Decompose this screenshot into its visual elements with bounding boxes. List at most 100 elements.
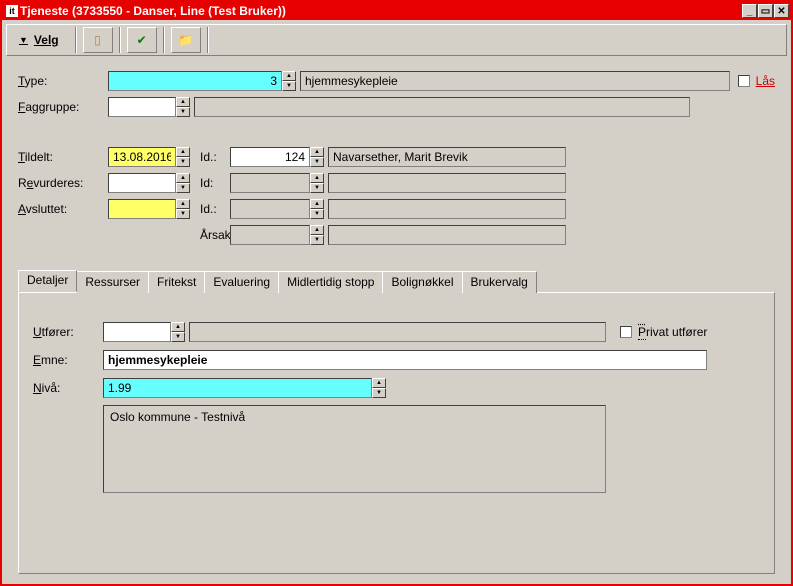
revurderes-date-input[interactable] xyxy=(108,173,176,193)
spin-down-icon[interactable]: ▼ xyxy=(176,107,190,117)
titlebar: it Tjeneste (3733550 - Danser, Line (Tes… xyxy=(2,2,791,20)
spin-down-icon[interactable]: ▼ xyxy=(176,209,190,219)
tab-ressurser[interactable]: Ressurser xyxy=(76,271,149,293)
tildelt-date-spin[interactable]: ▲▼ xyxy=(108,147,190,167)
niva-spin[interactable]: ▲▼ xyxy=(103,378,386,398)
close-button[interactable]: ✕ xyxy=(774,4,789,18)
tildelt-label: Tildelt: xyxy=(18,150,108,164)
spin-down-icon[interactable]: ▼ xyxy=(282,81,296,91)
arsak-label: Årsak xyxy=(190,228,230,242)
avsluttet-label: Avsluttet: xyxy=(18,202,108,216)
id2-input[interactable] xyxy=(230,173,310,193)
avsluttet-date-input[interactable] xyxy=(108,199,176,219)
spin-down-icon[interactable]: ▼ xyxy=(310,183,324,193)
spin-down-icon[interactable]: ▼ xyxy=(176,157,190,167)
utforer-label: Utfører: xyxy=(33,325,103,339)
document-icon: ▯ xyxy=(94,33,101,47)
tildelt-row: Tildelt: ▲▼ Id.: ▲▼ Navarsether, Marit B… xyxy=(18,146,775,168)
tab-detaljer[interactable]: Detaljer xyxy=(18,270,77,292)
revurderes-row: Revurderes: ▲▼ Id: ▲▼ xyxy=(18,172,775,194)
revurderes-label: Revurderes: xyxy=(18,176,108,190)
lock-checkbox[interactable] xyxy=(738,75,750,87)
arsak-input[interactable] xyxy=(230,225,310,245)
avsluttet-row: Avsluttet: ▲▼ Id.: ▲▼ xyxy=(18,198,775,220)
separator xyxy=(119,27,121,53)
spin-up-icon[interactable]: ▲ xyxy=(310,147,324,157)
spin-up-icon[interactable]: ▲ xyxy=(176,173,190,183)
id2-label: Id: xyxy=(190,176,230,190)
tab-brukervalg[interactable]: Brukervalg xyxy=(462,271,537,293)
spin-up-icon[interactable]: ▲ xyxy=(176,97,190,107)
spin-up-icon[interactable]: ▲ xyxy=(282,71,296,81)
niva-input[interactable] xyxy=(103,378,372,398)
faggruppe-code-input[interactable] xyxy=(108,97,176,117)
tab-evaluering[interactable]: Evaluering xyxy=(204,271,279,293)
id1-input[interactable] xyxy=(230,147,310,167)
privat-utforer-label: Privat utfører xyxy=(638,325,707,339)
emne-row: Emne: xyxy=(33,349,760,371)
spin-up-icon[interactable]: ▲ xyxy=(310,173,324,183)
toolbar: ▼ Velg ▯ ✔ 📁 xyxy=(6,24,787,56)
faggruppe-label: Faggruppe: xyxy=(18,100,108,114)
spin-up-icon[interactable]: ▲ xyxy=(176,147,190,157)
separator xyxy=(75,27,77,53)
maximize-button[interactable]: ▭ xyxy=(758,4,773,18)
tildelt-date-input[interactable] xyxy=(108,147,176,167)
arsak-spin[interactable]: ▲▼ xyxy=(230,225,324,245)
spin-down-icon[interactable]: ▼ xyxy=(176,183,190,193)
spin-down-icon[interactable]: ▼ xyxy=(372,388,386,398)
tab-bolignokkel[interactable]: Bolignøkkel xyxy=(382,271,462,293)
utforer-row: Utfører: ▲▼ Privat utfører xyxy=(33,321,760,343)
utforer-code-input[interactable] xyxy=(103,322,171,342)
id1-spin[interactable]: ▲▼ xyxy=(230,147,324,167)
arsak-desc-field xyxy=(328,225,566,245)
id3-label: Id.: xyxy=(190,202,230,216)
spin-down-icon[interactable]: ▼ xyxy=(171,332,185,342)
id1-label: Id.: xyxy=(190,150,230,164)
folder-icon: 📁 xyxy=(178,33,193,47)
app-icon: it xyxy=(6,5,18,17)
spin-down-icon[interactable]: ▼ xyxy=(310,209,324,219)
id2-name-field xyxy=(328,173,566,193)
niva-row: Nivå: ▲▼ xyxy=(33,377,760,399)
title-label: Tjeneste (3733550 - Danser, Line (Test B… xyxy=(20,4,286,18)
spin-up-icon[interactable]: ▲ xyxy=(310,199,324,209)
spin-up-icon[interactable]: ▲ xyxy=(310,225,324,235)
niva-text-spacer xyxy=(33,405,103,493)
tab-fritekst[interactable]: Fritekst xyxy=(148,271,205,293)
id1-name-field: Navarsether, Marit Brevik xyxy=(328,147,566,167)
velg-label: Velg xyxy=(34,33,59,47)
revurderes-date-spin[interactable]: ▲▼ xyxy=(108,173,190,193)
spin-up-icon[interactable]: ▲ xyxy=(171,322,185,332)
minimize-button[interactable]: _ xyxy=(742,4,757,18)
utforer-code-spin[interactable]: ▲▼ xyxy=(103,322,185,342)
check-icon: ✔ xyxy=(137,33,147,47)
id3-spin[interactable]: ▲▼ xyxy=(230,199,324,219)
toolbar-btn-3[interactable]: 📁 xyxy=(171,27,201,53)
tab-midlertidig-stopp[interactable]: Midlertidig stopp xyxy=(278,271,383,293)
app-window: it Tjeneste (3733550 - Danser, Line (Tes… xyxy=(0,0,793,586)
spin-down-icon[interactable]: ▼ xyxy=(310,157,324,167)
spin-up-icon[interactable]: ▲ xyxy=(176,199,190,209)
type-code-spin[interactable]: ▲▼ xyxy=(108,71,296,91)
privat-utforer-checkbox[interactable] xyxy=(620,326,632,338)
faggruppe-row: Faggruppe: ▲▼ xyxy=(18,96,775,118)
id3-input[interactable] xyxy=(230,199,310,219)
toolbar-btn-1[interactable]: ▯ xyxy=(83,27,113,53)
id2-spin[interactable]: ▲▼ xyxy=(230,173,324,193)
lock-label: Lås xyxy=(756,74,775,88)
faggruppe-code-spin[interactable]: ▲▼ xyxy=(108,97,190,117)
separator xyxy=(207,27,209,53)
arsak-row: Årsak ▲▼ xyxy=(18,224,775,246)
type-desc-field: hjemmesykepleie xyxy=(300,71,730,91)
type-code-input[interactable] xyxy=(108,71,282,91)
velg-menu[interactable]: ▼ Velg xyxy=(9,29,69,51)
spin-down-icon[interactable]: ▼ xyxy=(310,235,324,245)
emne-label: Emne: xyxy=(33,353,103,367)
avsluttet-date-spin[interactable]: ▲▼ xyxy=(108,199,190,219)
emne-input[interactable] xyxy=(103,350,707,370)
tabpanel-detaljer: Utfører: ▲▼ Privat utfører Emne: xyxy=(18,292,775,574)
toolbar-btn-2[interactable]: ✔ xyxy=(127,27,157,53)
niva-textbox: Oslo kommune - Testnivå xyxy=(103,405,606,493)
spin-up-icon[interactable]: ▲ xyxy=(372,378,386,388)
